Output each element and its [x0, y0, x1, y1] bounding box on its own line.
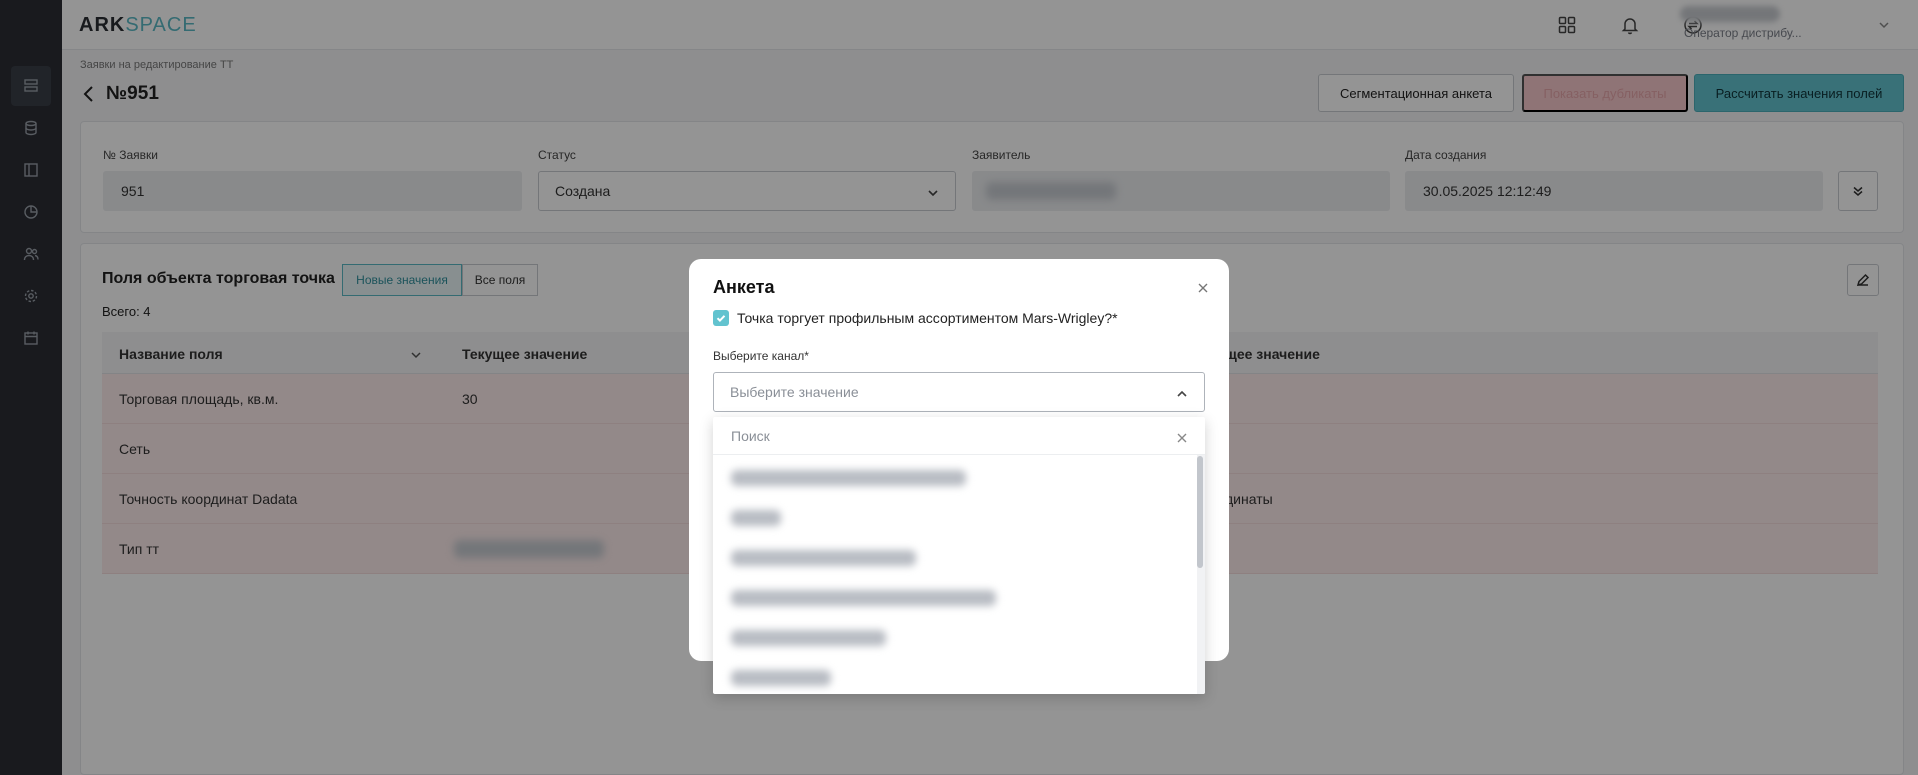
- list-item[interactable]: [731, 670, 831, 686]
- close-icon: [1177, 433, 1187, 443]
- check-icon: [716, 315, 726, 323]
- dropdown-scrollbar-thumb[interactable]: [1197, 456, 1203, 568]
- channel-label: Выберите канал*: [713, 349, 809, 363]
- channel-select[interactable]: Выберите значение: [713, 372, 1205, 412]
- list-item[interactable]: [731, 510, 781, 526]
- search-clear-button[interactable]: [1177, 430, 1187, 443]
- profile-assortment-checkbox[interactable]: [713, 310, 729, 326]
- list-item[interactable]: [731, 550, 916, 566]
- profile-assortment-label[interactable]: Точка торгует профильным ассортиментом M…: [737, 310, 1118, 326]
- list-item[interactable]: [731, 630, 886, 646]
- close-icon: [1198, 283, 1208, 293]
- channel-dropdown: Поиск: [713, 417, 1205, 694]
- list-item[interactable]: [731, 590, 996, 606]
- modal-title: Анкета: [713, 277, 775, 297]
- dropdown-search-input[interactable]: Поиск: [713, 417, 1205, 455]
- modal-close-button[interactable]: [1197, 281, 1209, 293]
- chevron-up-icon: [1176, 387, 1188, 399]
- list-item[interactable]: [731, 470, 966, 486]
